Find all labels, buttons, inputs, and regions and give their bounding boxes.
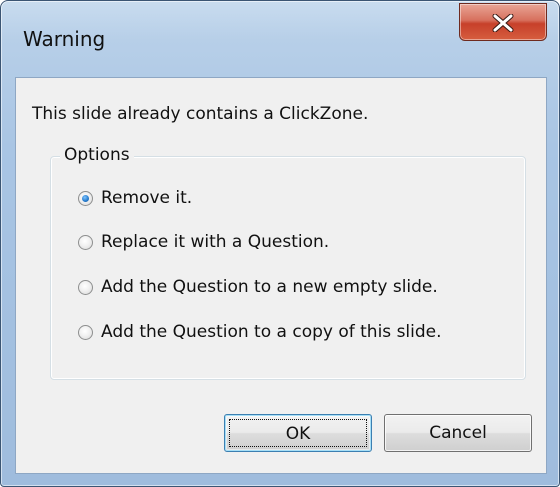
ok-button-label: OK — [229, 419, 367, 447]
option-add-to-new-empty-slide[interactable]: Add the Question to a new empty slide. — [78, 275, 438, 299]
options-group-label: Options — [60, 145, 134, 165]
radio-unselected-icon[interactable] — [78, 324, 93, 340]
option-replace-with-question[interactable]: Replace it with a Question. — [78, 230, 329, 254]
close-x-icon — [492, 14, 514, 32]
radio-selected-icon[interactable] — [78, 190, 93, 206]
warning-message: This slide already contains a ClickZone. — [32, 104, 369, 124]
cancel-button[interactable]: Cancel — [384, 414, 532, 452]
radio-unselected-icon[interactable] — [78, 279, 93, 295]
window-title: Warning — [23, 27, 106, 51]
option-label: Remove it. — [101, 188, 193, 208]
ok-button[interactable]: OK — [224, 414, 372, 452]
option-label: Add the Question to a copy of this slide… — [101, 322, 442, 342]
radio-unselected-icon[interactable] — [78, 234, 93, 250]
option-label: Add the Question to a new empty slide. — [101, 277, 438, 297]
option-label: Replace it with a Question. — [101, 232, 330, 252]
option-add-to-copy-of-slide[interactable]: Add the Question to a copy of this slide… — [78, 320, 442, 344]
close-button[interactable] — [459, 3, 547, 41]
title-bar[interactable]: Warning — [1, 1, 559, 77]
option-remove-it[interactable]: Remove it. — [78, 186, 192, 210]
